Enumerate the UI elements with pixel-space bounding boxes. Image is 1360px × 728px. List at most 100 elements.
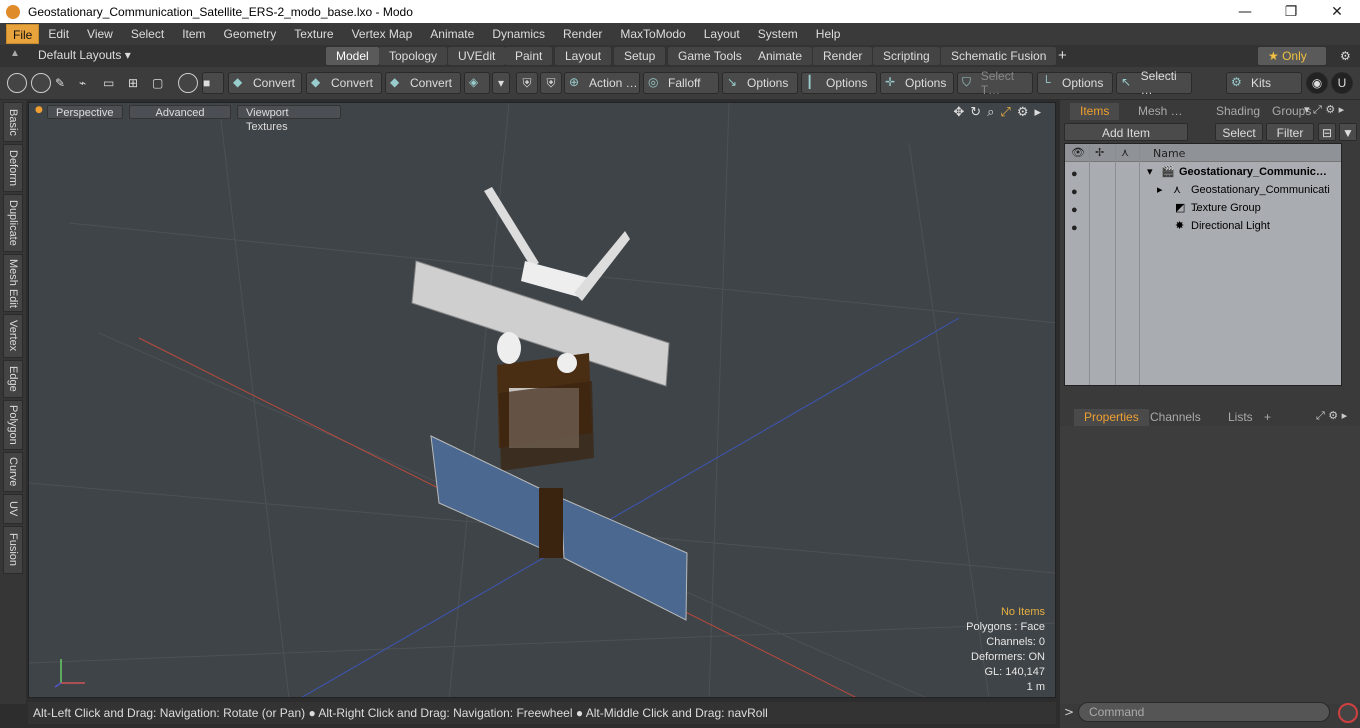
transform-cube-icon[interactable]: ◈ bbox=[464, 72, 490, 94]
tab-topology[interactable]: Topology bbox=[379, 47, 448, 65]
snap-shield-icon[interactable]: ⛨ bbox=[516, 72, 538, 94]
tab-animate[interactable]: Animate bbox=[748, 47, 813, 65]
menu-geometry[interactable]: Geometry bbox=[215, 24, 286, 44]
visibility-eye-icon[interactable]: ● bbox=[1071, 219, 1085, 234]
settings-gear-icon[interactable]: ⚙ bbox=[1330, 47, 1360, 65]
tool-circle-icon[interactable] bbox=[178, 73, 198, 93]
3d-viewport[interactable]: ● Perspective Advanced Viewport Textures… bbox=[28, 102, 1056, 698]
convert-button-2[interactable]: ◆ Convert bbox=[306, 72, 382, 94]
falloff-button[interactable]: ◎ Falloff bbox=[643, 72, 719, 94]
menu-vertex-map[interactable]: Vertex Map bbox=[343, 24, 422, 44]
advanced-button[interactable]: Advanced bbox=[129, 105, 231, 119]
options-button-4[interactable]: └ Options bbox=[1037, 72, 1113, 94]
symmetry-shield-icon[interactable]: ⛨ bbox=[540, 72, 562, 94]
only-toggle[interactable]: ★ Only bbox=[1258, 47, 1326, 65]
menu-system[interactable]: System bbox=[749, 24, 807, 44]
viewport-menu-arrow-icon[interactable]: ▸ bbox=[1034, 105, 1041, 120]
lefttab-edge[interactable]: Edge bbox=[3, 360, 23, 398]
unreal-icon[interactable]: U bbox=[1331, 72, 1353, 94]
lefttab-duplicate[interactable]: Duplicate bbox=[3, 194, 23, 252]
zoom-icon[interactable]: ⌕ bbox=[987, 105, 994, 120]
tool-grid-icon[interactable]: ⊞ bbox=[128, 72, 150, 94]
tab-properties[interactable]: Properties bbox=[1074, 409, 1149, 426]
funnel-icon[interactable]: ▼ bbox=[1339, 123, 1357, 141]
menu-help[interactable]: Help bbox=[807, 24, 850, 44]
action-center-button[interactable]: ⊕ Action … bbox=[564, 72, 640, 94]
visibility-eye-icon[interactable]: ● bbox=[1071, 183, 1085, 198]
tab-uvedit[interactable]: UVEdit bbox=[448, 47, 506, 65]
menu-file[interactable]: File bbox=[6, 24, 40, 44]
rotate-icon[interactable]: ↻ bbox=[970, 105, 981, 120]
menu-view[interactable]: View bbox=[78, 24, 122, 44]
options-button-1[interactable]: ↘ Options bbox=[722, 72, 798, 94]
viewport-gear-icon[interactable]: ⚙ bbox=[1017, 105, 1029, 120]
tab-channels[interactable]: Channels bbox=[1140, 409, 1211, 426]
tab-schematic-fusion[interactable]: Schematic Fusion bbox=[941, 47, 1057, 65]
lefttab-fusion[interactable]: Fusion bbox=[3, 526, 23, 574]
tool-pen-icon[interactable]: ✎ bbox=[55, 72, 77, 94]
props-expand-icons[interactable]: ⤢ ⚙ ▸ bbox=[1316, 409, 1347, 423]
expand-arrow-icon[interactable]: ▸ bbox=[1157, 181, 1163, 199]
visibility-eye-icon[interactable]: ● bbox=[1071, 201, 1085, 216]
tab-items[interactable]: Items bbox=[1070, 103, 1120, 120]
lefttab-deform[interactable]: Deform bbox=[3, 144, 23, 192]
menu-texture[interactable]: Texture bbox=[285, 24, 342, 44]
options-button-3[interactable]: ✛ Options bbox=[880, 72, 954, 94]
lefttab-uv[interactable]: UV bbox=[3, 494, 23, 524]
expand-arrow-icon[interactable]: ▾ bbox=[1147, 163, 1153, 181]
menu-edit[interactable]: Edit bbox=[39, 24, 78, 44]
filter-button[interactable]: Filter bbox=[1266, 123, 1314, 141]
tool-edge-icon[interactable]: ▭ bbox=[103, 72, 125, 94]
name-column-header[interactable]: Name bbox=[1153, 147, 1185, 160]
tab-model[interactable]: Model bbox=[326, 47, 379, 65]
menu-item[interactable]: Item bbox=[173, 24, 214, 44]
menu-layout[interactable]: Layout bbox=[695, 24, 749, 44]
tab-mesh[interactable]: Mesh … bbox=[1128, 103, 1193, 120]
select-button[interactable]: Select bbox=[1215, 123, 1263, 141]
tab-game-tools[interactable]: Game Tools bbox=[668, 47, 752, 65]
pin-icon[interactable]: ▲ bbox=[10, 48, 20, 59]
lefttab-mesh-edit[interactable]: Mesh Edit bbox=[3, 254, 23, 312]
select-vertices-icon[interactable] bbox=[7, 73, 27, 93]
tab-render[interactable]: Render bbox=[813, 47, 873, 65]
select-through-button[interactable]: ⛉ Select T… bbox=[957, 69, 1033, 97]
maximize-button[interactable]: ❐ bbox=[1268, 0, 1314, 23]
perspective-button[interactable]: Perspective bbox=[47, 105, 123, 119]
maximize-viewport-icon[interactable]: ⤢ bbox=[1000, 105, 1010, 120]
viewport-dot-icon[interactable]: ● bbox=[35, 105, 43, 115]
tree-row-directional-light[interactable]: ● ✸ Directional Light bbox=[1065, 217, 1341, 235]
tree-row-texture-group[interactable]: ● ◩ Texture Group bbox=[1065, 199, 1341, 217]
collapse-icon[interactable]: ⊟ bbox=[1318, 123, 1336, 141]
menu-animate[interactable]: Animate bbox=[421, 24, 483, 44]
minimize-button[interactable]: — bbox=[1222, 0, 1268, 23]
tree-row-mesh[interactable]: ● ▸ ⋏ Geostationary_Communicati … bbox=[1065, 181, 1341, 214]
record-macro-icon[interactable] bbox=[1338, 703, 1358, 723]
convert-button-3[interactable]: ◆ Convert bbox=[385, 72, 461, 94]
tab-shading[interactable]: Shading bbox=[1206, 103, 1270, 120]
lefttab-curve[interactable]: Curve bbox=[3, 452, 23, 492]
tool-brush-icon[interactable]: ⌁ bbox=[79, 72, 101, 94]
add-props-tab-button[interactable]: + bbox=[1254, 409, 1281, 426]
pan-icon[interactable]: ✥ bbox=[953, 105, 964, 120]
add-item-button[interactable]: Add Item bbox=[1064, 123, 1188, 141]
selection-button[interactable]: ↖ Selecti … bbox=[1116, 69, 1192, 97]
tool-cube-icon[interactable]: ■ bbox=[202, 72, 224, 94]
kits-button[interactable]: ⚙ Kits bbox=[1226, 72, 1302, 94]
options-button-2[interactable]: ┃ Options bbox=[801, 72, 877, 94]
convert-button-1[interactable]: ◆ Convert bbox=[228, 72, 302, 94]
panel-expand-icons[interactable]: ▾ ⤢ ⚙ ▸ bbox=[1304, 103, 1344, 117]
tree-row-scene[interactable]: ● ▾ 🎬 Geostationary_Communic… bbox=[1065, 163, 1341, 181]
default-layouts-dropdown[interactable]: Default Layouts ▾ bbox=[38, 48, 131, 62]
menu-render[interactable]: Render bbox=[554, 24, 611, 44]
menu-select[interactable]: Select bbox=[122, 24, 173, 44]
lefttab-vertex[interactable]: Vertex bbox=[3, 314, 23, 358]
add-tab-button[interactable]: + bbox=[1048, 47, 1077, 65]
tab-setup[interactable]: Setup bbox=[614, 47, 666, 65]
tab-paint[interactable]: Paint bbox=[505, 47, 553, 65]
tool-polygon-icon[interactable]: ▢ bbox=[152, 72, 174, 94]
unity-icon[interactable]: ◉ bbox=[1306, 72, 1328, 94]
lefttab-basic[interactable]: Basic bbox=[3, 102, 23, 142]
viewport-textures-button[interactable]: Viewport Textures bbox=[237, 105, 341, 133]
visibility-eye-icon[interactable]: ● bbox=[1071, 165, 1085, 180]
select-globe-icon[interactable] bbox=[31, 73, 51, 93]
